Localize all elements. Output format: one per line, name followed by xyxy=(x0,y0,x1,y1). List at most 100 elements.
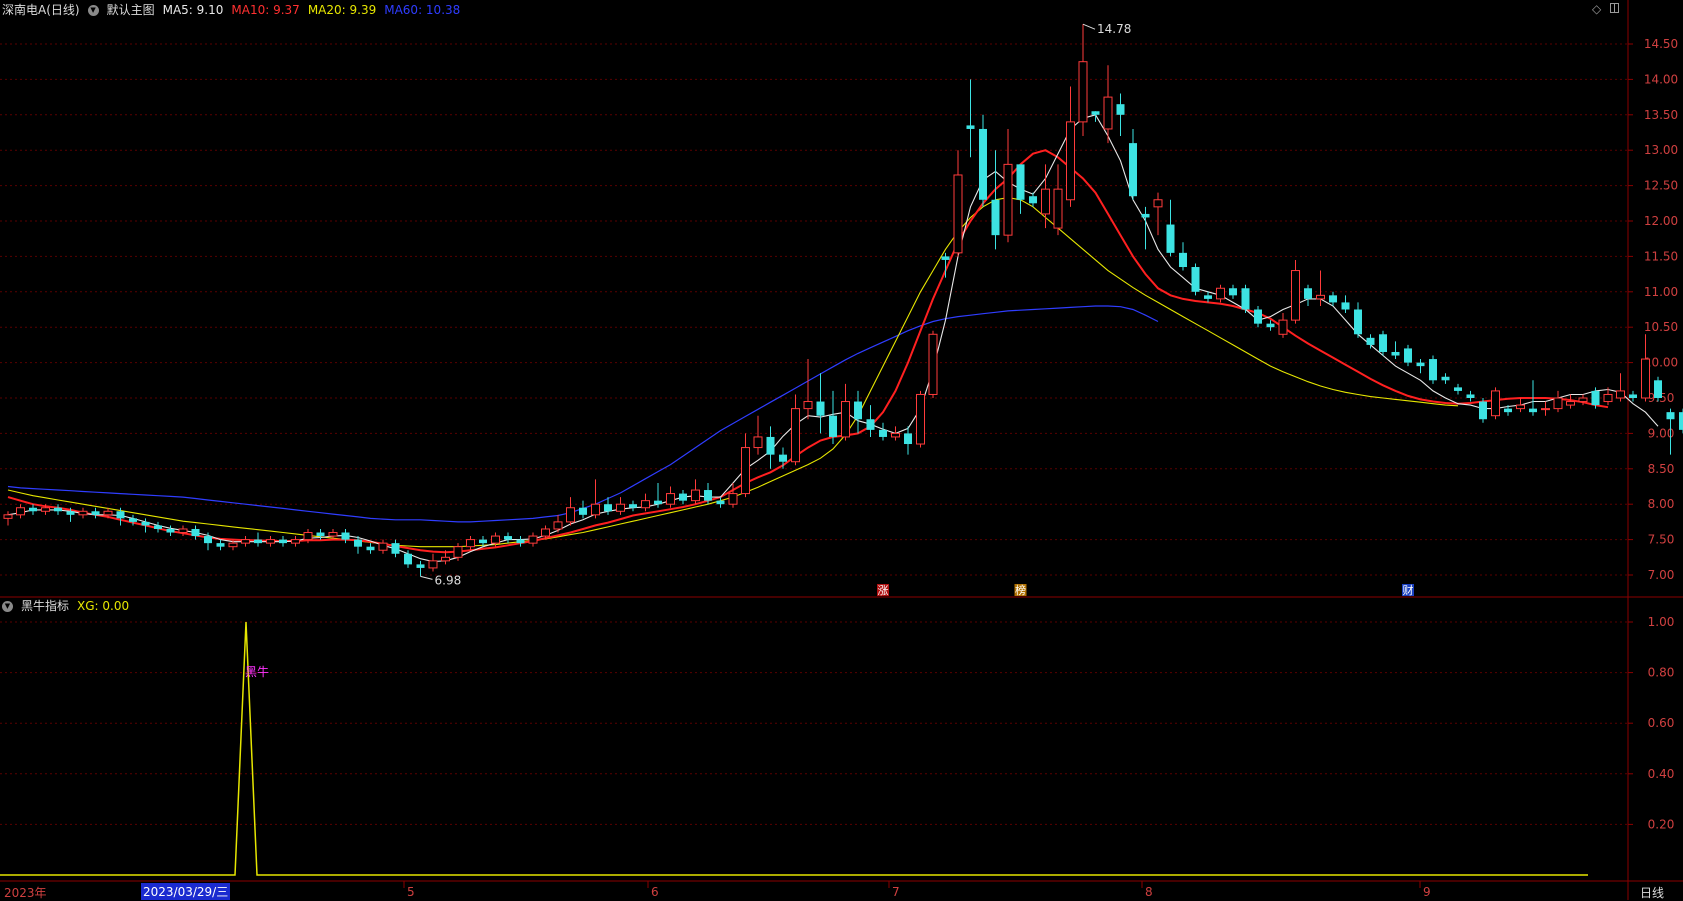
y-tick-label-7: 11.00 xyxy=(1644,285,1678,299)
candle-body xyxy=(1254,309,1262,324)
candle-body xyxy=(1103,96,1113,130)
candle-body xyxy=(1641,358,1650,399)
candle-body xyxy=(766,436,775,455)
panel-toggle-icon[interactable] xyxy=(1610,2,1619,16)
candle-body xyxy=(1191,267,1200,292)
candle-body xyxy=(904,433,912,445)
indicator-name[interactable]: 黑牛指标 xyxy=(21,598,69,614)
candle-body xyxy=(141,521,150,526)
y-tick-label-0: 14.50 xyxy=(1644,37,1678,51)
candle-body xyxy=(3,514,13,519)
candle-body xyxy=(928,333,938,395)
candle-body xyxy=(803,401,813,410)
candle-body xyxy=(1491,390,1500,417)
candle-body xyxy=(328,532,338,537)
candle-body xyxy=(1241,288,1250,310)
y-tick-label-6: 11.50 xyxy=(1644,249,1678,263)
indicator-dropdown-icon[interactable]: ▼ xyxy=(2,600,13,612)
sub-y-tick-label-4: 0.20 xyxy=(1648,817,1675,831)
candle-body xyxy=(504,536,512,540)
candle-body xyxy=(1078,61,1088,123)
candle-body xyxy=(1516,404,1525,410)
candle-body xyxy=(779,454,787,462)
candle-body xyxy=(1679,412,1683,430)
ma-legend-item-0: MA5: 9.10 xyxy=(162,3,224,17)
candle-body xyxy=(1416,362,1425,367)
candle-body xyxy=(1266,323,1275,328)
candle-body xyxy=(1141,213,1150,218)
stock-chart-window: 14.50 14.00 13.50 13.00 12.50 12.00 11.50 11.00… xyxy=(0,0,1683,900)
candle-body xyxy=(1666,412,1675,420)
candle-body xyxy=(1179,252,1187,268)
candle-body xyxy=(1129,143,1137,197)
candle-body xyxy=(1003,163,1013,236)
x-tick-label-9: 9 xyxy=(1423,885,1431,899)
candle-body xyxy=(579,507,587,515)
candle-body xyxy=(1204,295,1212,299)
candle-body xyxy=(1479,401,1487,420)
period-button[interactable]: 日线 xyxy=(1640,884,1664,901)
candle-body xyxy=(303,532,313,541)
candle-body xyxy=(1541,408,1550,411)
candle-body xyxy=(103,510,113,516)
candle-body xyxy=(1304,288,1312,299)
candle-body xyxy=(254,539,262,544)
candle-body xyxy=(1578,397,1588,403)
candle-body xyxy=(216,543,225,547)
candle-body xyxy=(604,504,612,512)
candle-body xyxy=(416,564,425,568)
candle-body xyxy=(366,546,375,551)
candle-body xyxy=(129,518,137,522)
candle-body xyxy=(41,507,50,512)
candle-body xyxy=(566,507,575,523)
candle-body xyxy=(1529,408,1537,413)
candle-body xyxy=(641,500,650,509)
candle-body xyxy=(991,199,1000,236)
candle-body xyxy=(1379,334,1387,352)
candle-body xyxy=(491,535,500,544)
candle-body xyxy=(428,560,438,569)
candle-body xyxy=(1629,394,1637,398)
candle-body xyxy=(1553,397,1563,410)
candle-body xyxy=(679,493,687,501)
candle-body xyxy=(1429,359,1437,381)
x-tick-label-6: 6 xyxy=(651,885,659,899)
ma10-line xyxy=(7,149,1609,554)
candle-body xyxy=(91,511,100,515)
candle-body xyxy=(716,500,725,505)
template-label[interactable]: 默认主图 xyxy=(107,2,155,18)
sub-y-tick-label-3: 0.40 xyxy=(1648,767,1675,781)
stock-name-label[interactable]: 深南电A(日线) xyxy=(2,2,80,18)
low-marker-label: 6.98 xyxy=(435,573,462,587)
candle-body xyxy=(1329,295,1337,303)
x-tick-label-8: 8 xyxy=(1145,885,1153,899)
template-dropdown-icon[interactable]: ▼ xyxy=(87,4,99,16)
stock-name: 深南电A xyxy=(2,3,47,17)
candle-body xyxy=(879,429,887,437)
candle-body xyxy=(1404,348,1412,363)
period-label: (日线) xyxy=(46,3,80,17)
y-tick-label-12: 8.50 xyxy=(1648,462,1675,476)
chart-canvas[interactable]: 14.50 14.00 13.50 13.00 12.50 12.00 11.50 11.00… xyxy=(0,0,1683,900)
candle-body xyxy=(1053,188,1063,229)
candle-body xyxy=(1029,196,1037,204)
sub-chart-header: ▼ 黑牛指标 XG: 0.00 xyxy=(2,598,129,614)
y-tick-label-3: 13.00 xyxy=(1644,143,1678,157)
y-tick-label-13: 8.00 xyxy=(1648,497,1675,511)
high-marker-label: 14.78 xyxy=(1097,22,1131,36)
candle-body xyxy=(816,401,825,416)
candle-body xyxy=(753,436,763,449)
candle-body xyxy=(1616,390,1625,399)
candle-body xyxy=(154,525,162,529)
candle-body xyxy=(479,539,487,544)
ma-legend-item-2: MA20: 9.39 xyxy=(307,3,377,17)
candle-body xyxy=(316,532,325,537)
candle-body xyxy=(553,521,563,530)
high-marker-arrow xyxy=(1082,23,1096,30)
diamond-icon[interactable]: ◇ xyxy=(1592,2,1601,16)
candle-body xyxy=(1504,408,1512,413)
candle-body xyxy=(1466,394,1475,398)
candle-body xyxy=(1366,337,1375,345)
candle-body xyxy=(404,553,412,565)
ma-legend: MA5: 9.10 MA10: 9.37 MA20: 9.39 MA60: 10.38 xyxy=(163,2,461,18)
